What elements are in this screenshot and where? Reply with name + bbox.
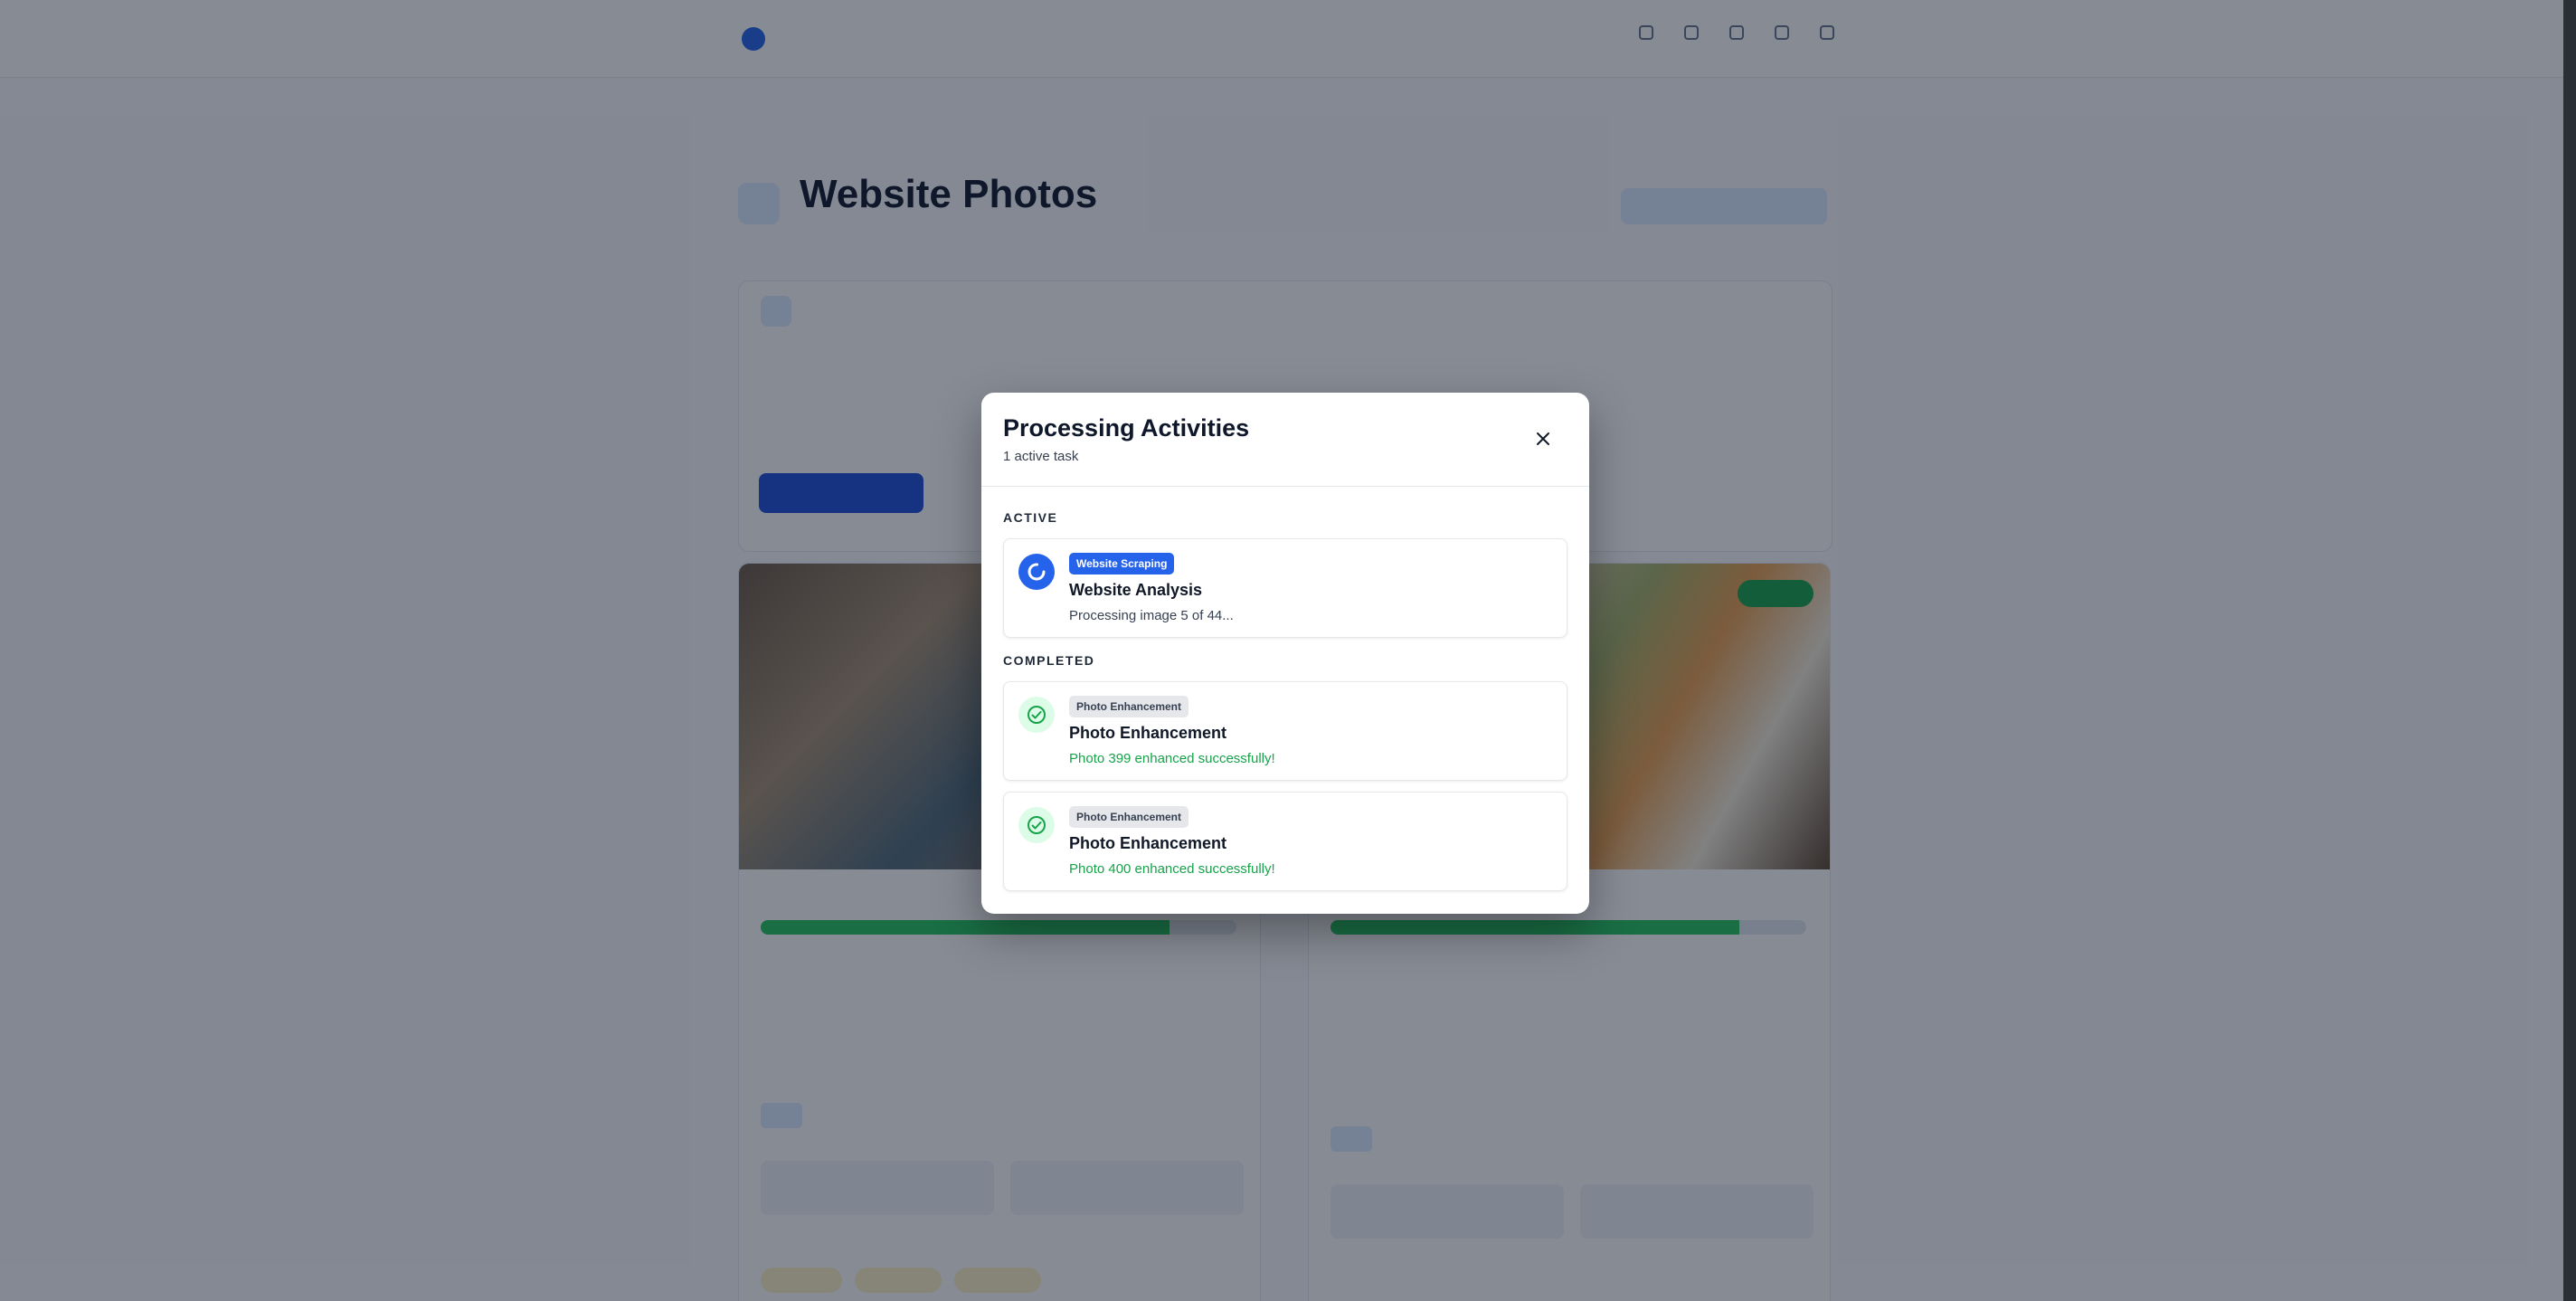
scrollbar[interactable] bbox=[2563, 0, 2576, 1301]
task-type-badge: Photo Enhancement bbox=[1069, 696, 1189, 717]
close-button[interactable] bbox=[1530, 425, 1557, 452]
check-circle-icon bbox=[1018, 807, 1055, 843]
spinner-icon bbox=[1018, 554, 1055, 590]
task-card-completed[interactable]: Photo Enhancement Photo Enhancement Phot… bbox=[1003, 681, 1567, 781]
modal-title: Processing Activities bbox=[1003, 414, 1250, 442]
task-message: Photo 400 enhanced successfully! bbox=[1069, 861, 1275, 877]
active-section-label: ACTIVE bbox=[1003, 510, 1058, 525]
check-circle-icon bbox=[1018, 697, 1055, 733]
task-type-badge: Photo Enhancement bbox=[1069, 806, 1189, 828]
completed-section-label: COMPLETED bbox=[1003, 653, 1095, 668]
modal-header: Processing Activities 1 active task bbox=[981, 393, 1589, 487]
task-card-active[interactable]: Website Scraping Website Analysis Proces… bbox=[1003, 538, 1567, 638]
close-icon bbox=[1537, 432, 1549, 445]
modal-subtitle: 1 active task bbox=[1003, 449, 1079, 464]
task-name: Photo Enhancement bbox=[1069, 724, 1227, 742]
task-name: Photo Enhancement bbox=[1069, 834, 1227, 852]
task-message: Photo 399 enhanced successfully! bbox=[1069, 751, 1275, 766]
processing-activities-modal: Processing Activities 1 active task ACTI… bbox=[981, 393, 1589, 914]
task-message: Processing image 5 of 44... bbox=[1069, 608, 1234, 623]
task-name: Website Analysis bbox=[1069, 581, 1203, 599]
task-type-badge: Website Scraping bbox=[1069, 553, 1175, 575]
task-card-completed[interactable]: Photo Enhancement Photo Enhancement Phot… bbox=[1003, 792, 1567, 891]
